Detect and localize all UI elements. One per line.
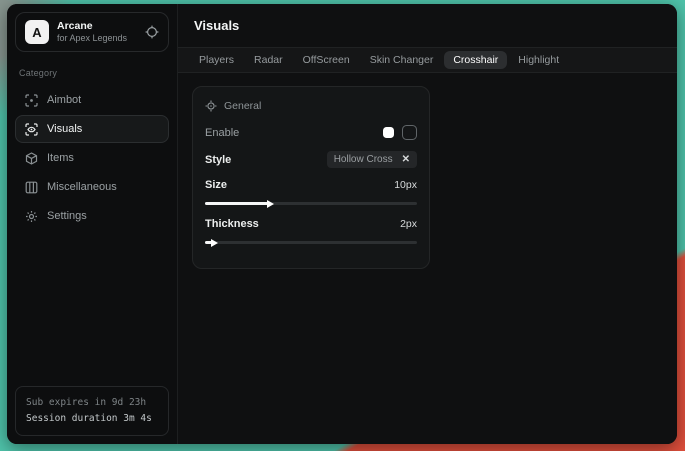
cube-icon: [25, 152, 38, 165]
enable-row: Enable: [205, 125, 417, 140]
subscription-info-box: Sub expires in 9d 23h Session duration 3…: [15, 386, 169, 436]
app-logo: A: [25, 20, 49, 44]
sidebar-item-label: Settings: [47, 210, 87, 222]
size-slider[interactable]: [205, 202, 417, 205]
logo-card: A Arcane for Apex Legends: [15, 12, 169, 52]
crosshair-scan-icon: [25, 94, 38, 107]
style-row: Style Hollow Cross ✕: [205, 151, 417, 168]
app-title: Arcane: [57, 20, 137, 33]
sidebar-item-items[interactable]: Items: [15, 144, 169, 172]
tab-players[interactable]: Players: [190, 51, 243, 69]
sidebar-item-label: Aimbot: [47, 94, 81, 106]
size-value: 10px: [394, 179, 417, 191]
size-label: Size: [205, 179, 227, 191]
tab-skin-changer[interactable]: Skin Changer: [361, 51, 443, 69]
style-label: Style: [205, 154, 231, 166]
visuals-tabbar: Players Radar OffScreen Skin Changer Cro…: [178, 47, 677, 73]
size-row: Size 10px: [205, 179, 417, 191]
size-slider-fill: [205, 202, 269, 205]
tab-content: General Enable Style Hollow Cross: [178, 73, 677, 444]
sidebar-item-label: Items: [47, 152, 74, 164]
sidebar-item-aimbot[interactable]: Aimbot: [15, 86, 169, 114]
columns-icon: [25, 181, 38, 194]
app-subtitle: for Apex Legends: [57, 33, 137, 44]
general-panel: General Enable Style Hollow Cross: [192, 86, 430, 269]
main-area: Visuals Players Radar OffScreen Skin Cha…: [178, 4, 677, 444]
sidebar-nav: Aimbot Visuals Ite: [15, 86, 169, 230]
sidebar-spacer: [15, 230, 169, 385]
style-select[interactable]: Hollow Cross ✕: [327, 151, 417, 168]
sidebar: A Arcane for Apex Legends Category: [7, 4, 178, 444]
eye-scan-icon: [25, 123, 38, 136]
gear-icon: [25, 210, 38, 223]
size-slider-thumb[interactable]: [267, 200, 274, 208]
page-title: Visuals: [194, 18, 239, 33]
main-header: Visuals: [178, 4, 677, 47]
style-value: Hollow Cross: [334, 154, 393, 165]
tab-highlight[interactable]: Highlight: [509, 51, 568, 69]
sidebar-item-label: Visuals: [47, 123, 82, 135]
thickness-value: 2px: [400, 218, 417, 230]
category-label: Category: [19, 68, 165, 78]
enable-checkbox[interactable]: [383, 127, 394, 138]
tab-radar[interactable]: Radar: [245, 51, 292, 69]
thickness-label: Thickness: [205, 218, 259, 230]
sidebar-item-miscellaneous[interactable]: Miscellaneous: [15, 173, 169, 201]
thickness-slider-thumb[interactable]: [211, 239, 218, 247]
thickness-slider[interactable]: [205, 241, 417, 244]
session-duration-text: Session duration 3m 4s: [26, 411, 158, 427]
section-header: General: [205, 100, 417, 112]
keybind-box[interactable]: [402, 125, 417, 140]
enable-label: Enable: [205, 127, 239, 139]
logo-text: Arcane for Apex Legends: [57, 20, 137, 44]
clear-style-icon[interactable]: ✕: [402, 154, 410, 165]
enable-controls: [383, 125, 417, 140]
sidebar-item-label: Miscellaneous: [47, 181, 117, 193]
arcane-menu-window: A Arcane for Apex Legends Category: [7, 4, 677, 444]
desktop-background: A Arcane for Apex Legends Category: [0, 0, 685, 451]
sidebar-item-visuals[interactable]: Visuals: [15, 115, 169, 143]
crosshair-icon: [145, 25, 159, 39]
tab-crosshair[interactable]: Crosshair: [444, 51, 507, 69]
thickness-row: Thickness 2px: [205, 218, 417, 230]
sidebar-item-settings[interactable]: Settings: [15, 202, 169, 230]
tab-offscreen[interactable]: OffScreen: [294, 51, 359, 69]
sub-expiry-text: Sub expires in 9d 23h: [26, 395, 158, 411]
focus-crosshair-icon: [205, 100, 217, 112]
section-title: General: [224, 100, 261, 112]
